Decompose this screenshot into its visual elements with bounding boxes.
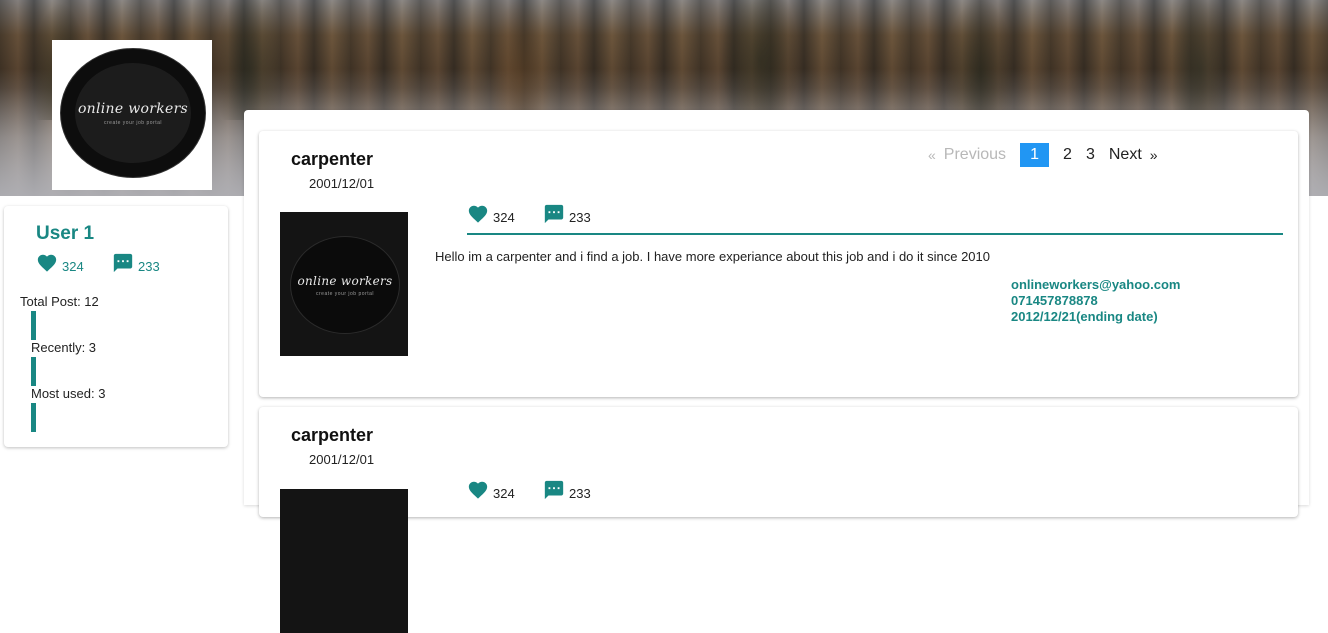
next-arrow: »: [1149, 147, 1158, 163]
ending-date: 2012/12/21(ending date): [1011, 309, 1158, 324]
page-2-button[interactable]: 2: [1063, 146, 1072, 164]
user-name[interactable]: User 1: [36, 223, 94, 245]
user-comments-count: 233: [138, 259, 160, 274]
comment-icon: [113, 253, 133, 273]
page-1-button[interactable]: 1: [1020, 143, 1050, 167]
post-comments[interactable]: 233: [543, 203, 591, 225]
heart-icon: [37, 254, 57, 272]
post-card: carpenter 2001/12/01 online workers crea…: [259, 131, 1298, 397]
comment-icon: [544, 204, 564, 224]
post-comments[interactable]: 233: [543, 479, 591, 501]
page-3-button[interactable]: 3: [1086, 146, 1095, 164]
site-logo[interactable]: online workers create your job portal: [52, 40, 212, 190]
pagination: « Previous 1 2 3 Next »: [928, 143, 1166, 167]
post-image[interactable]: online workers create your job portal: [280, 212, 408, 356]
post-stats: 324 233: [467, 203, 1283, 235]
post-date: 2001/12/01: [309, 176, 375, 191]
user-profile-card: User 1 324 233 Total Post: 12 Recently: …: [4, 206, 228, 447]
stat-bar: [31, 403, 36, 432]
contact-phone[interactable]: 071457878878: [1011, 293, 1180, 309]
comment-icon: [544, 480, 564, 500]
thumb-logo-text: online workers: [297, 273, 393, 288]
post-comments-count: 233: [569, 486, 591, 501]
post-date: 2001/12/01: [309, 452, 375, 467]
heart-icon: [468, 481, 488, 499]
post-title[interactable]: carpenter: [291, 425, 373, 446]
stat-bar: [31, 311, 36, 340]
user-likes[interactable]: 324: [36, 252, 84, 274]
contact-email[interactable]: onlineworkers@yahoo.com: [1011, 277, 1180, 293]
stat-bar: [31, 357, 36, 386]
logo-circle: online workers create your job portal: [60, 48, 206, 178]
user-comments[interactable]: 233: [112, 252, 160, 274]
post-contact: onlineworkers@yahoo.com 071457878878 201…: [1011, 277, 1180, 325]
next-page-button[interactable]: Next: [1109, 146, 1142, 164]
heart-icon: [468, 205, 488, 223]
post-image[interactable]: [280, 489, 408, 633]
previous-arrow: «: [928, 147, 936, 163]
thumb-logo-tagline: create your job portal: [316, 290, 374, 297]
logo-text: online workers: [77, 100, 189, 117]
previous-page-button[interactable]: Previous: [944, 146, 1006, 164]
post-likes[interactable]: 324: [467, 479, 515, 501]
post-description: Hello im a carpenter and i find a job. I…: [435, 249, 991, 264]
post-likes-count: 324: [493, 210, 515, 225]
logo-tagline: create your job portal: [104, 119, 162, 126]
post-likes-count: 324: [493, 486, 515, 501]
post-likes[interactable]: 324: [467, 203, 515, 225]
post-title[interactable]: carpenter: [291, 149, 373, 170]
post-card: carpenter 2001/12/01 324 233: [259, 407, 1298, 633]
post-comments-count: 233: [569, 210, 591, 225]
user-likes-count: 324: [62, 259, 84, 274]
